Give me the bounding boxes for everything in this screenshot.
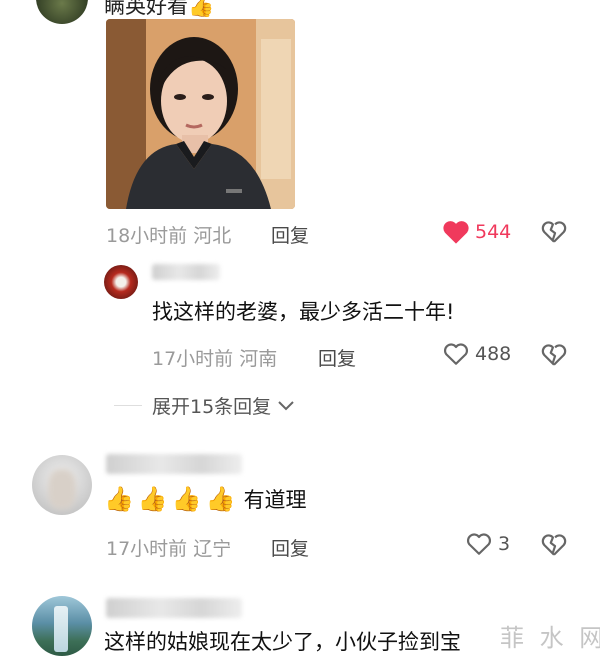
- avatar[interactable]: [32, 596, 92, 656]
- reply-timestamp: 17小时前 河南: [152, 348, 278, 370]
- comment-timestamp: 18小时前 河北: [106, 225, 232, 247]
- broken-heart-icon: [541, 344, 567, 366]
- reply-button[interactable]: 回复: [271, 221, 309, 248]
- thumbs-up-emoji-icon: 👍: [205, 485, 236, 513]
- location-label: 河北: [193, 225, 232, 247]
- avatar[interactable]: [32, 455, 92, 515]
- username-blurred[interactable]: [106, 598, 242, 618]
- comment-photo[interactable]: [106, 19, 295, 209]
- broken-heart-icon: [541, 221, 567, 243]
- dislike-button[interactable]: [541, 219, 567, 245]
- like-button[interactable]: 544: [442, 219, 511, 245]
- reply-button[interactable]: 回复: [318, 344, 356, 371]
- username-blurred[interactable]: [106, 454, 242, 474]
- reply-button[interactable]: 回复: [271, 534, 309, 561]
- watermark: 菲 水 网: [500, 624, 600, 652]
- avatar[interactable]: [104, 265, 138, 299]
- portrait-image: [106, 19, 295, 209]
- comment-text: 瞒英好看: [104, 0, 188, 18]
- expand-replies-button[interactable]: 展开15条回复: [152, 392, 295, 419]
- thumbs-up-emoji-icon: 👍: [137, 485, 168, 513]
- reply-text: 找这样的老婆，最少多活二十年!: [152, 300, 455, 324]
- expand-divider: [114, 405, 142, 406]
- location-label: 河南: [239, 348, 278, 370]
- comment-text-partial: 瞒英好看👍: [104, 0, 214, 20]
- expand-replies-label: 展开15条回复: [152, 396, 272, 418]
- comment-content: 👍 👍 👍 👍 有道理: [104, 484, 307, 514]
- like-count: 544: [475, 221, 512, 243]
- like-count: 3: [498, 533, 511, 555]
- thumbs-up-emoji-icon: 👍: [188, 0, 215, 18]
- broken-heart-icon: [541, 534, 567, 556]
- heart-outline-icon: [443, 343, 469, 365]
- thumbs-up-emoji-icon: 👍: [104, 485, 134, 513]
- like-button[interactable]: 3: [466, 532, 510, 556]
- heart-filled-icon: [443, 221, 469, 244]
- like-button[interactable]: 488: [443, 342, 511, 366]
- comment-timestamp: 17小时前 辽宁: [106, 538, 232, 560]
- avatar[interactable]: [36, 0, 88, 24]
- username-blurred[interactable]: [152, 264, 220, 280]
- dislike-button[interactable]: [541, 532, 567, 558]
- location-label: 辽宁: [193, 538, 232, 560]
- thumbs-up-emoji-icon: 👍: [171, 485, 202, 513]
- like-count: 488: [475, 343, 512, 365]
- dislike-button[interactable]: [541, 342, 567, 368]
- comment-text: 有道理: [243, 488, 307, 512]
- chevron-down-icon: [278, 400, 294, 410]
- heart-outline-icon: [466, 533, 492, 555]
- comment-text: 这样的姑娘现在太少了，小伙子捡到宝: [104, 630, 461, 654]
